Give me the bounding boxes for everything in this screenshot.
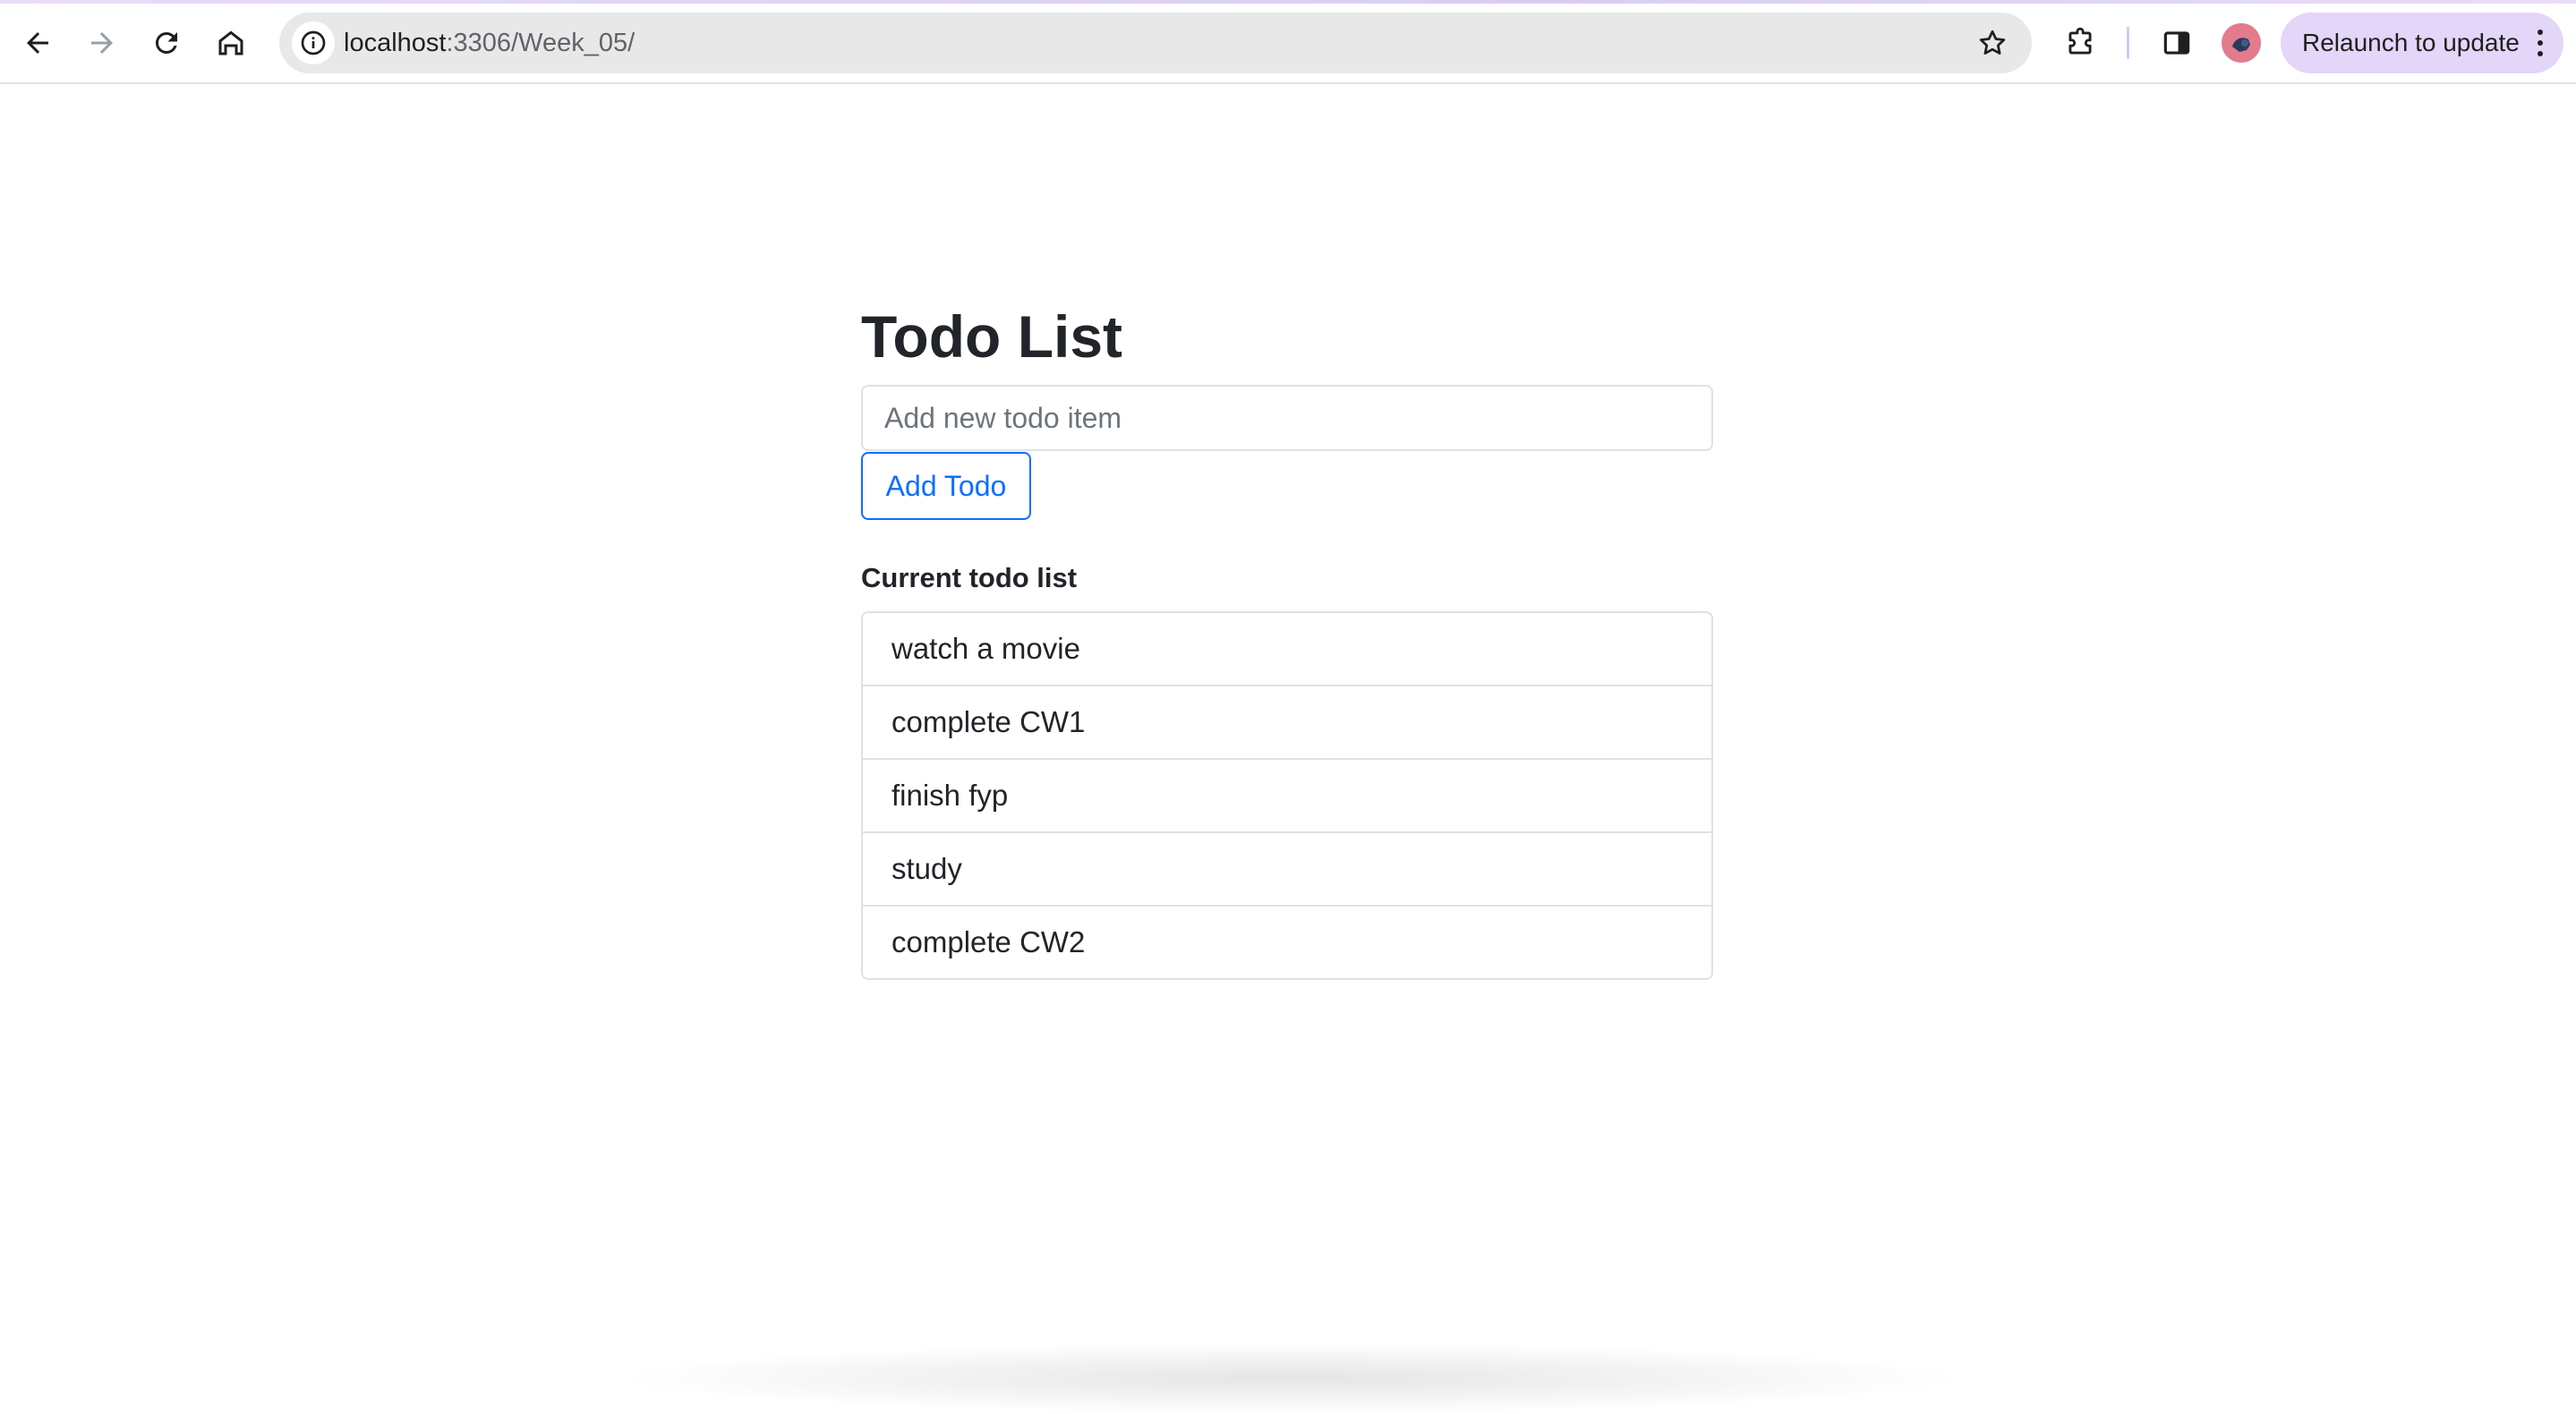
back-button[interactable]	[13, 18, 63, 68]
profile-avatar-image-icon	[2222, 23, 2261, 63]
browser-top-accent	[0, 0, 2576, 4]
forward-arrow-icon	[91, 32, 113, 54]
reload-icon	[155, 31, 177, 54]
browser-toolbar: localhost:3306/Week_05/ Relaunch to upda…	[0, 0, 2576, 84]
todo-item[interactable]: watch a movie	[863, 613, 1711, 685]
side-panel-icon	[2163, 31, 2190, 55]
address-bar[interactable]: localhost:3306/Week_05/	[279, 13, 2032, 73]
todo-list: watch a movie complete CW1 finish fyp st…	[861, 611, 1713, 980]
relaunch-label: Relaunch to update	[2302, 29, 2520, 56]
site-info-button[interactable]	[292, 21, 335, 64]
url-text[interactable]: localhost:3306/Week_05/	[344, 25, 635, 61]
reload-button[interactable]	[141, 18, 192, 68]
profile-avatar[interactable]	[2222, 23, 2261, 63]
todo-item[interactable]: finish fyp	[863, 758, 1711, 831]
home-button[interactable]	[206, 18, 256, 68]
todo-list-heading: Current todo list	[861, 562, 1078, 593]
new-todo-input[interactable]	[861, 385, 1713, 451]
back-arrow-icon	[27, 32, 48, 54]
url-path: :3306/Week_05/	[446, 29, 635, 57]
side-panel-button[interactable]	[2152, 18, 2202, 68]
page-title: Todo List	[861, 303, 1123, 370]
url-host: localhost	[344, 29, 447, 57]
star-icon	[1979, 30, 2006, 55]
home-icon	[218, 30, 243, 55]
more-menu-icon	[2538, 30, 2543, 56]
puzzle-icon	[2068, 27, 2092, 55]
bookmark-button[interactable]	[1973, 23, 2012, 63]
relaunch-to-update-button[interactable]: Relaunch to update	[2281, 13, 2563, 73]
todo-item[interactable]: complete CW2	[863, 905, 1711, 978]
todo-item[interactable]: study	[863, 831, 1711, 905]
toolbar-divider	[2127, 27, 2129, 59]
forward-button[interactable]	[77, 18, 127, 68]
window-bottom-shadow	[609, 1342, 1969, 1414]
add-todo-button[interactable]: Add Todo	[861, 452, 1031, 520]
info-icon	[301, 30, 326, 55]
extensions-button[interactable]	[2055, 18, 2105, 68]
todo-item[interactable]: complete CW1	[863, 685, 1711, 758]
